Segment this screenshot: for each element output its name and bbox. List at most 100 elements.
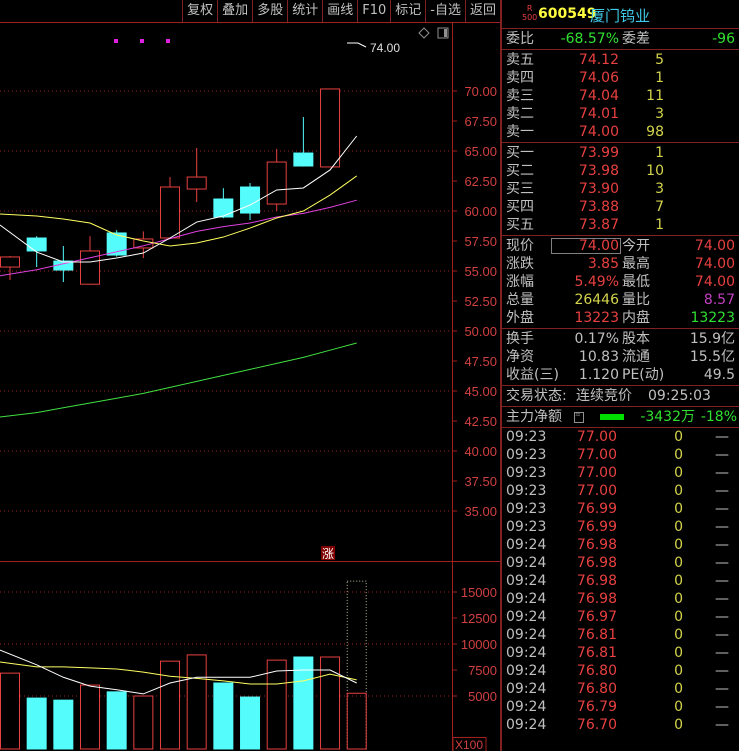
volume-bar[interactable] <box>26 697 47 750</box>
latest-price-label: 74.00 <box>370 41 400 55</box>
volume-bar[interactable] <box>266 659 287 750</box>
volume-bar[interactable] <box>240 696 261 750</box>
tick-row: 09:23 77.00 0 — <box>502 482 739 500</box>
main-flow: 主力净额 ≡ -3432万 -18% <box>502 407 739 428</box>
mainflow-pct: -18% <box>700 409 737 425</box>
stat-value: 0.17% <box>574 331 619 347</box>
level-label: 卖五 <box>506 52 534 68</box>
tick-row: 09:24 76.79 0 — <box>502 698 739 716</box>
limit-up-badge[interactable]: 涨 <box>322 546 334 561</box>
candle-up[interactable] <box>186 176 207 190</box>
level-volume: 1 <box>655 70 664 86</box>
level-label: 卖四 <box>506 70 534 86</box>
event-marker[interactable] <box>140 39 144 43</box>
toolbar-button[interactable]: 返回 <box>464 0 500 22</box>
volume-bar[interactable] <box>320 656 341 750</box>
event-marker[interactable] <box>114 39 118 43</box>
candle-up[interactable] <box>0 256 20 268</box>
tick-price: 77.00 <box>576 429 617 445</box>
stat-label: 外盘 <box>506 310 534 326</box>
stock-header: R 500 600549 厦门钨业 <box>502 0 739 29</box>
stat-value: 13223 <box>690 310 735 326</box>
stat-value: 13223 <box>574 310 619 326</box>
candle-down[interactable] <box>26 237 47 252</box>
level-price: 74.00 <box>578 124 619 140</box>
toolbar-button[interactable]: 统计 <box>287 0 322 22</box>
level-volume: 5 <box>655 52 664 68</box>
tick-volume: 0 <box>674 429 683 445</box>
candle-down[interactable] <box>240 186 261 214</box>
volume-bar[interactable] <box>80 684 101 750</box>
toolbar-button[interactable]: F10 <box>357 0 390 22</box>
tick-price: 76.98 <box>576 555 617 571</box>
quote-row: 外盘 13223 内盘 13223 <box>502 309 739 327</box>
candle-down[interactable] <box>213 198 234 218</box>
tick-time: 09:23 <box>506 447 547 463</box>
tick-time: 09:24 <box>506 627 547 643</box>
volume-bar[interactable] <box>160 660 181 750</box>
stat-value: 10.83 <box>578 349 619 365</box>
tick-row: 09:24 76.98 0 — <box>502 536 739 554</box>
tick-volume: 0 <box>674 537 683 553</box>
candle-up[interactable] <box>320 88 341 168</box>
event-marker[interactable] <box>166 39 170 43</box>
price-tick-label: 67.50 <box>464 114 497 129</box>
trade-status: 交易状态: 连续竞价 09:25:03 <box>502 386 739 407</box>
ma60-line <box>0 342 357 418</box>
kline-chart[interactable]: 70.00 67.50 65.00 62.50 60.00 57.50 55.00 52.50… <box>0 0 500 751</box>
volume-bar[interactable] <box>293 656 314 750</box>
tick-direction: — <box>715 465 729 481</box>
volume-bar[interactable] <box>133 695 154 750</box>
tick-price: 76.70 <box>576 717 617 733</box>
tick-list[interactable]: 09:23 77.00 0—09:23 77.00 0—09:23 77.00 0—09:2… <box>502 428 739 734</box>
price-tick-label: 70.00 <box>464 84 497 99</box>
fund-row: 净资 10.83 流通 15.5亿 <box>502 348 739 366</box>
volume-bar[interactable] <box>186 654 207 750</box>
volume-bar[interactable] <box>106 691 127 750</box>
tick-row: 09:24 76.81 0 — <box>502 626 739 644</box>
tick-direction: — <box>715 501 729 517</box>
toolbar-button[interactable]: 叠加 <box>217 0 252 22</box>
tick-volume: 0 <box>674 483 683 499</box>
volume-bar-current[interactable] <box>346 692 367 750</box>
volume-bar[interactable] <box>213 682 234 750</box>
stock-name[interactable]: 厦门钨业 <box>590 5 650 26</box>
volume-bar[interactable] <box>0 672 20 750</box>
volume-tick-label: 5000 <box>468 689 497 704</box>
tick-volume: 0 <box>674 573 683 589</box>
diamond-icon[interactable] <box>418 27 430 39</box>
tick-price: 76.98 <box>576 573 617 589</box>
order-level: 买二 73.98 10 <box>502 162 739 180</box>
level-volume: 98 <box>646 124 664 140</box>
level-label: 买四 <box>506 199 534 215</box>
tick-direction: — <box>715 555 729 571</box>
level-volume: 10 <box>646 163 664 179</box>
toolbar-button[interactable]: 画线 <box>322 0 357 22</box>
candle-up[interactable] <box>133 238 154 249</box>
tick-direction: — <box>715 573 729 589</box>
stat-label: PE(动) <box>622 367 665 383</box>
tick-row: 09:23 76.99 0 — <box>502 500 739 518</box>
quote-row: 涨幅 5.49% 最低 74.00 <box>502 273 739 291</box>
fundamentals: 换手 0.17% 股本 15.9亿 净资 10.83 流通 15.5亿 收益(三) 1.120 PE… <box>502 329 739 386</box>
candle-down[interactable] <box>293 152 314 167</box>
tick-time: 09:24 <box>506 699 547 715</box>
list-icon[interactable]: ≡ <box>574 411 584 423</box>
status-time: 09:25:03 <box>648 388 711 404</box>
volume-tick-label: 15000 <box>461 585 497 600</box>
candle-up[interactable] <box>266 161 287 205</box>
volume-bar[interactable] <box>53 699 74 750</box>
tick-time: 09:24 <box>506 573 547 589</box>
toolbar-button[interactable]: 标记 <box>390 0 425 22</box>
tick-row: 09:24 76.98 0 — <box>502 554 739 572</box>
toolbar-button[interactable]: 复权 <box>182 0 217 22</box>
tick-price: 77.00 <box>576 465 617 481</box>
stat-value: 15.9亿 <box>689 331 735 347</box>
toolbar-button[interactable]: -自选 <box>425 0 465 22</box>
tick-volume: 0 <box>674 447 683 463</box>
tick-direction: — <box>715 645 729 661</box>
candle-up[interactable] <box>160 186 181 239</box>
level-price: 73.99 <box>578 145 619 161</box>
tick-direction: — <box>715 627 729 643</box>
toolbar-button[interactable]: 多股 <box>252 0 287 22</box>
